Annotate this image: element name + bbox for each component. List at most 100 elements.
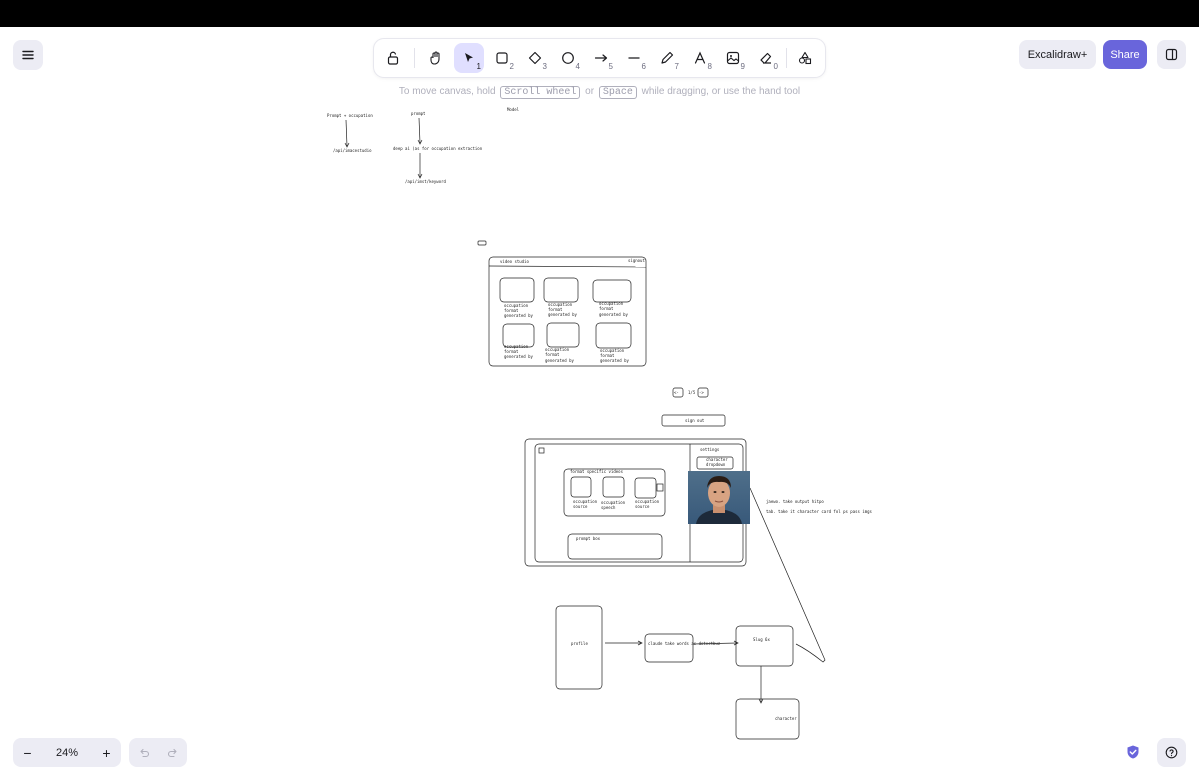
tool-diamond[interactable]: 3 — [520, 43, 550, 73]
tool-lock[interactable] — [378, 43, 408, 73]
hint-text-or: or — [585, 86, 595, 97]
flow-api-image-text: /api/imacestudio — [333, 148, 372, 153]
app-section-title: format specific videos — [570, 469, 624, 474]
tool-ellipse[interactable]: 4 — [553, 43, 583, 73]
redo-icon — [167, 748, 177, 757]
svg-text:format: format — [545, 352, 560, 357]
image-icon — [726, 51, 740, 65]
zoom-controls: − 24% + — [13, 738, 121, 767]
app-note-1: jaewo. take output hitpo — [766, 499, 824, 504]
vs-card-3-text: occupation format generated by — [599, 301, 628, 317]
flow-deep-ai-text: deep ai (as for occupation extraction — [393, 146, 483, 151]
tool-extra[interactable] — [790, 43, 820, 73]
hint-key-space: Space — [598, 86, 637, 99]
flow-prompt-text: prompt — [411, 111, 426, 116]
hand-icon — [430, 51, 440, 65]
tool-rectangle[interactable]: 2 — [487, 43, 517, 73]
toolbar-separator — [414, 48, 415, 68]
line-icon — [628, 57, 640, 59]
vs-card-5-text: occupation format generated by — [545, 347, 574, 363]
canvas-hint: To move canvas, hold Scroll wheel or Spa… — [0, 86, 1199, 99]
tool-text-key: 8 — [707, 62, 712, 71]
tool-line-key: 6 — [641, 62, 646, 71]
hint-key-scroll: Scroll wheel — [500, 86, 581, 99]
tool-selection-key: 1 — [476, 62, 481, 71]
video-studio-title: video studio — [500, 259, 529, 264]
flow-model-text: Model — [507, 107, 520, 112]
svg-text:generated by: generated by — [504, 354, 533, 359]
arrow-right-icon — [594, 54, 608, 62]
hamburger-icon — [22, 50, 34, 60]
bottom-profile: profile — [571, 641, 588, 646]
tool-eraser-key: 0 — [773, 62, 778, 71]
signout-button-text: sign out — [685, 418, 705, 423]
tool-arrow[interactable]: 5 — [586, 43, 616, 73]
shapes-toolbar: 1 2 3 4 5 6 7 8 9 0 — [374, 39, 825, 77]
tool-image[interactable]: 9 — [718, 43, 748, 73]
tool-line[interactable]: 6 — [619, 43, 649, 73]
history-controls — [129, 738, 187, 767]
tool-text[interactable]: 8 — [685, 43, 715, 73]
pencil-icon — [661, 51, 674, 64]
app-settings: settings — [700, 447, 720, 452]
excalidraw-plus-button[interactable]: Excalidraw+ — [1019, 40, 1096, 69]
app-prompt-box: prompt box — [576, 536, 601, 541]
tool-diamond-key: 3 — [542, 62, 547, 71]
tool-draw[interactable]: 7 — [652, 43, 682, 73]
svg-text:generated by: generated by — [504, 313, 533, 318]
pager-prev: <- — [674, 390, 679, 395]
bottom-claude: claude take words as detectbuz — [648, 641, 721, 646]
video-studio-signout: signout — [628, 258, 645, 263]
library-sidebar-icon — [1165, 48, 1178, 61]
zoom-in-button[interactable]: + — [92, 738, 121, 767]
app-card-2-sub: speech — [601, 505, 616, 510]
shapes-icon — [798, 51, 812, 65]
svg-text:generated by: generated by — [600, 358, 629, 363]
drawing-canvas[interactable]: Prompt + occupation prompt Model /api/im… — [0, 0, 1199, 780]
svg-text:generated by: generated by — [599, 312, 628, 317]
share-button[interactable]: Share — [1103, 40, 1147, 69]
bottom-character: character — [775, 716, 797, 721]
tool-eraser[interactable]: 0 — [751, 43, 781, 73]
flow-prompt-occupation-text: Prompt + occupation — [327, 113, 373, 118]
hint-text-2: while dragging, or use the hand tool — [641, 86, 801, 97]
eraser-icon — [760, 52, 772, 64]
svg-text:generated by: generated by — [545, 358, 574, 363]
undo-icon — [139, 748, 149, 757]
pager-label: 1/5 — [688, 390, 696, 395]
vs-card-6-text: occupation format generated by — [600, 348, 629, 363]
portrait-photo[interactable] — [688, 471, 750, 524]
app-dropdown-2: dropdown — [706, 462, 726, 467]
vs-card-1-text: occupation format generated by — [504, 303, 533, 318]
text-icon — [694, 51, 706, 64]
tool-rectangle-key: 2 — [509, 62, 514, 71]
help-button[interactable] — [1157, 738, 1186, 767]
tool-selection[interactable]: 1 — [454, 43, 484, 73]
circle-icon — [562, 52, 574, 64]
vs-card-4-text: occupation format generated by — [504, 344, 533, 359]
tool-arrow-key: 5 — [608, 62, 613, 71]
square-icon — [496, 52, 508, 64]
shield-check-icon — [1127, 745, 1139, 759]
svg-text:generated by: generated by — [548, 312, 577, 317]
zoom-level[interactable]: 24% — [42, 738, 92, 767]
hint-text-1: To move canvas, hold — [398, 86, 496, 97]
zoom-out-button[interactable]: − — [13, 738, 42, 767]
cursor-arrow-icon — [465, 53, 473, 62]
library-sidebar-button[interactable] — [1157, 40, 1186, 69]
tool-hand[interactable] — [421, 43, 451, 73]
undo-button[interactable] — [129, 738, 158, 767]
main-menu-button[interactable] — [13, 40, 43, 70]
verified-shield-button[interactable] — [1124, 743, 1142, 761]
bottom-slug: Slug 6x — [753, 637, 770, 642]
diamond-icon — [528, 51, 542, 65]
app-card-1-sub: source — [573, 504, 588, 509]
tool-image-key: 9 — [740, 62, 745, 71]
lock-open-icon — [387, 51, 399, 65]
vs-card-2-text: occupation format generated by — [548, 302, 577, 317]
app-card-3-sub: source — [635, 504, 650, 509]
redo-button[interactable] — [158, 738, 187, 767]
svg-text:format: format — [599, 306, 614, 311]
toolbar-separator — [786, 48, 787, 68]
app-note-2: tab. take it character card fol ps pass … — [766, 509, 873, 514]
